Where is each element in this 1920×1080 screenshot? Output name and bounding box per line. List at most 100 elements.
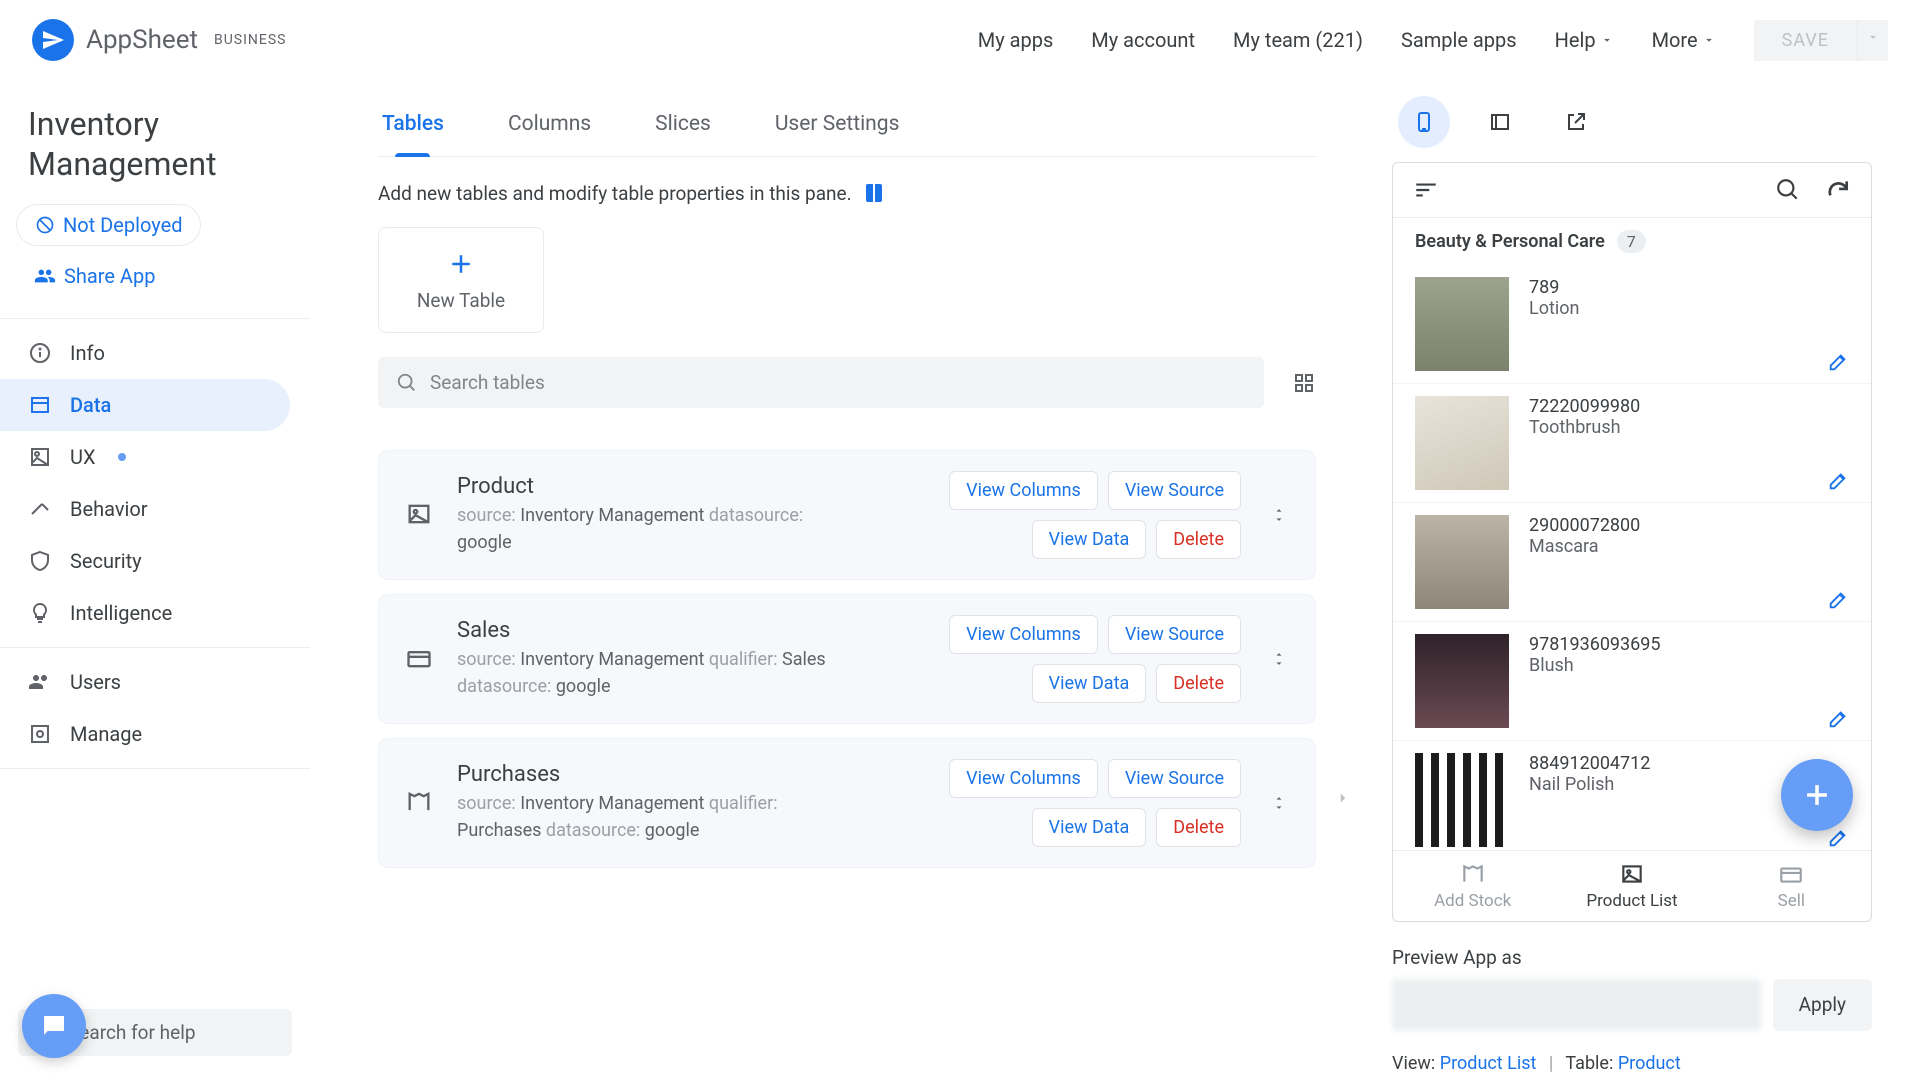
behavior-icon: [28, 497, 52, 521]
view-columns-button[interactable]: View Columns: [949, 615, 1098, 654]
view-source-button[interactable]: View Source: [1108, 615, 1241, 654]
bottom-tab-sell[interactable]: Sell: [1712, 851, 1871, 921]
expand-toggle[interactable]: [1269, 793, 1289, 813]
edit-item-button[interactable]: [1827, 708, 1849, 730]
nav-my-apps[interactable]: My apps: [978, 28, 1054, 52]
deploy-off-icon: [35, 215, 55, 235]
product-list-item[interactable]: 72220099980Toothbrush: [1393, 384, 1871, 503]
sidebar-item-ux[interactable]: UX: [0, 431, 290, 483]
edit-item-button[interactable]: [1827, 589, 1849, 611]
sidebar-item-info[interactable]: Info: [0, 327, 290, 379]
sidebar-item-intelligence[interactable]: Intelligence: [0, 587, 290, 639]
unfold-icon: [1269, 649, 1289, 669]
preview-refresh-button[interactable]: [1825, 177, 1851, 203]
preview-as-input[interactable]: [1392, 979, 1761, 1031]
divider: [0, 318, 310, 319]
product-code: 9781936093695: [1529, 634, 1661, 655]
share-app-link[interactable]: Share App: [16, 256, 310, 296]
edit-item-button[interactable]: [1827, 827, 1849, 849]
preview-table-link[interactable]: Product: [1618, 1053, 1681, 1074]
preview-phone-button[interactable]: [1398, 96, 1450, 148]
sidebar-item-manage[interactable]: Manage: [0, 708, 290, 760]
grid-view-toggle[interactable]: [1292, 371, 1316, 395]
table-card[interactable]: Salessource: Inventory Management qualif…: [378, 594, 1316, 724]
delete-button[interactable]: Delete: [1156, 664, 1241, 703]
nav-help[interactable]: Help: [1555, 28, 1614, 52]
product-list-item[interactable]: 9781936093695Blush: [1393, 622, 1871, 741]
preview-view-link[interactable]: Product List: [1440, 1053, 1537, 1074]
nav-my-team[interactable]: My team (221): [1233, 28, 1363, 52]
edit-icon: [1827, 589, 1849, 611]
nav-more[interactable]: More: [1652, 28, 1716, 52]
sidebar: Inventory Management Not Deployed Share …: [0, 80, 310, 1080]
product-list-item[interactable]: 29000072800Mascara: [1393, 503, 1871, 622]
view-data-button[interactable]: View Data: [1032, 664, 1147, 703]
search-tables-input[interactable]: Search tables: [378, 357, 1264, 408]
shield-icon: [28, 549, 52, 573]
tab-columns[interactable]: Columns: [504, 96, 595, 156]
brand-badge: BUSINESS: [214, 32, 287, 48]
view-columns-button[interactable]: View Columns: [949, 759, 1098, 798]
delete-button[interactable]: Delete: [1156, 520, 1241, 559]
product-code: 884912004712: [1529, 753, 1650, 774]
expand-toggle[interactable]: [1269, 505, 1289, 525]
expand-toggle[interactable]: [1269, 649, 1289, 669]
product-thumbnail: [1415, 753, 1509, 847]
view-data-button[interactable]: View Data: [1032, 520, 1147, 559]
preview-as-label: Preview App as: [1392, 946, 1872, 969]
table-name: Sales: [457, 618, 859, 643]
view-columns-button[interactable]: View Columns: [949, 471, 1098, 510]
new-table-button[interactable]: New Table: [378, 227, 544, 333]
table-type-icon: [405, 644, 435, 674]
plus-icon: [446, 249, 476, 279]
table-card[interactable]: Productsource: Inventory Management data…: [378, 450, 1316, 580]
product-thumbnail: [1415, 634, 1509, 728]
nav-my-account[interactable]: My account: [1091, 28, 1195, 52]
chevron-right-icon: [1334, 789, 1352, 807]
view-source-button[interactable]: View Source: [1108, 759, 1241, 798]
nav-sample-apps[interactable]: Sample apps: [1401, 28, 1517, 52]
save-button[interactable]: SAVE: [1754, 20, 1857, 61]
deploy-status-chip[interactable]: Not Deployed: [16, 204, 201, 246]
bottom-tab-add-stock[interactable]: Add Stock: [1393, 851, 1552, 921]
bottom-tab-product-list[interactable]: Product List: [1552, 851, 1711, 921]
table-card[interactable]: Purchasessource: Inventory Management qu…: [378, 738, 1316, 868]
grid-icon: [1292, 371, 1316, 395]
product-code: 789: [1529, 277, 1579, 298]
chat-fab[interactable]: [22, 994, 86, 1058]
collapse-preview-arrow[interactable]: [1334, 789, 1352, 807]
sidebar-item-security[interactable]: Security: [0, 535, 290, 587]
preview-meta: View: Product List | Table: Product: [1392, 1053, 1872, 1074]
edit-icon: [1827, 470, 1849, 492]
table-name: Product: [457, 474, 859, 499]
sidebar-item-data[interactable]: Data: [0, 379, 290, 431]
manage-icon: [28, 722, 52, 746]
tab-user-settings[interactable]: User Settings: [771, 96, 904, 156]
sidebar-item-users[interactable]: Users: [0, 656, 290, 708]
phone-icon: [1412, 110, 1436, 134]
divider: [0, 647, 310, 648]
add-fab[interactable]: [1781, 759, 1853, 831]
app-header: AppSheet BUSINESS My apps My account My …: [0, 0, 1920, 80]
product-list-item[interactable]: 789Lotion: [1393, 265, 1871, 384]
sidebar-item-label: Security: [70, 549, 142, 573]
edit-item-button[interactable]: [1827, 351, 1849, 373]
book-icon[interactable]: [862, 181, 886, 205]
preview-body[interactable]: Beauty & Personal Care 7 789Lotion722200…: [1393, 218, 1871, 850]
edit-item-button[interactable]: [1827, 470, 1849, 492]
brand-logo: [32, 19, 74, 61]
menu-button[interactable]: [1413, 177, 1439, 203]
sidebar-item-behavior[interactable]: Behavior: [0, 483, 290, 535]
preview-search-button[interactable]: [1775, 177, 1801, 203]
product-name: Toothbrush: [1529, 417, 1640, 438]
update-dot-icon: [118, 453, 126, 461]
save-dropdown[interactable]: [1857, 20, 1888, 61]
preview-open-external-button[interactable]: [1550, 96, 1602, 148]
apply-button[interactable]: Apply: [1773, 979, 1872, 1031]
preview-tablet-button[interactable]: [1474, 96, 1526, 148]
view-source-button[interactable]: View Source: [1108, 471, 1241, 510]
tab-slices[interactable]: Slices: [651, 96, 715, 156]
delete-button[interactable]: Delete: [1156, 808, 1241, 847]
view-data-button[interactable]: View Data: [1032, 808, 1147, 847]
tab-tables[interactable]: Tables: [378, 96, 448, 156]
